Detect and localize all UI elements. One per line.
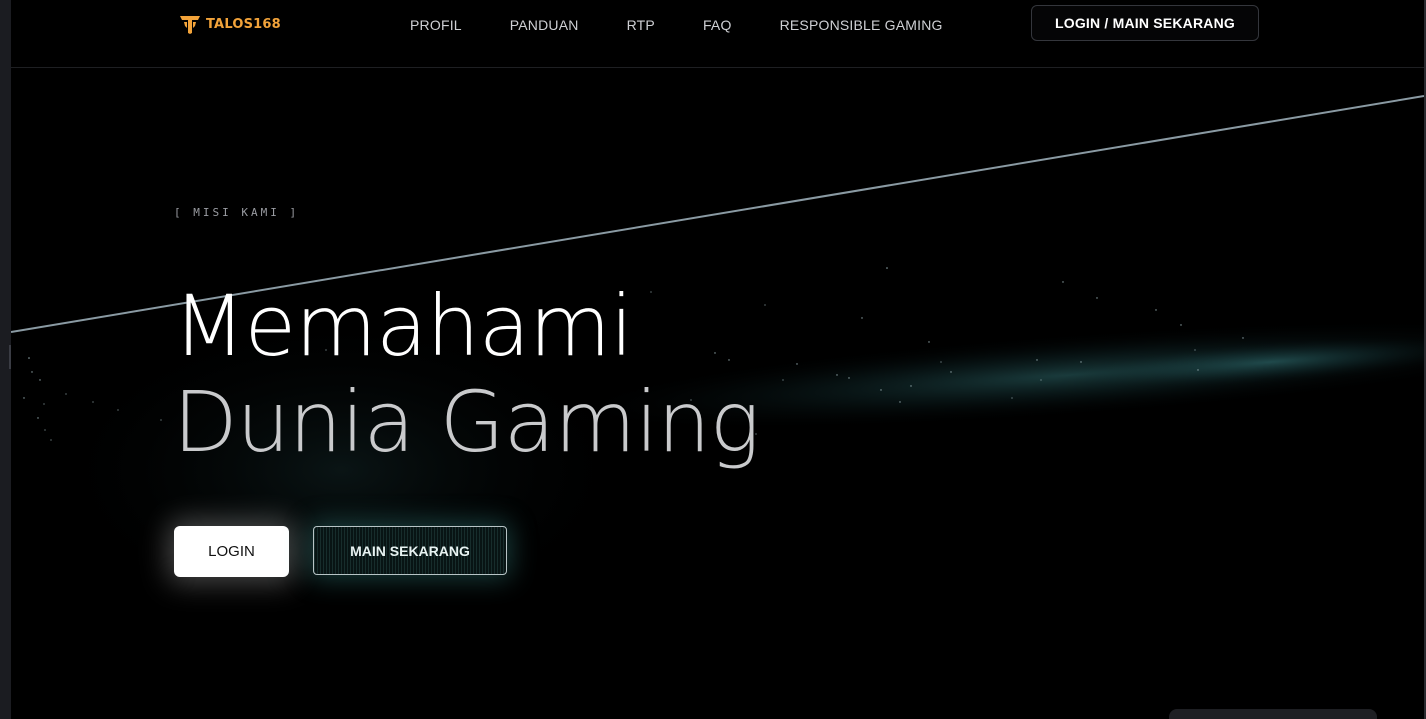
nav-link-rtp[interactable]: RTP: [627, 16, 655, 36]
browser-left-edge: [0, 0, 11, 719]
login-button[interactable]: LOGIN: [174, 526, 289, 577]
hero-title: Memahami Dunia Gaming: [173, 277, 760, 471]
talos-logo-icon: [180, 16, 200, 34]
section-label: [ MISI KAMI ]: [174, 206, 300, 219]
nav-link-panduan[interactable]: PANDUAN: [510, 16, 579, 36]
play-now-button[interactable]: MAIN SEKARANG: [313, 526, 507, 575]
hero-title-line2: Dunia Gaming: [173, 373, 760, 471]
floating-card[interactable]: [1169, 709, 1377, 719]
nav-link-responsible-gaming[interactable]: RESPONSIBLE GAMING: [780, 16, 943, 36]
brand-name: TALOS168: [206, 16, 281, 32]
nav-link-faq[interactable]: FAQ: [703, 16, 732, 36]
hero-title-line1: Memahami: [173, 277, 633, 375]
top-navbar: TALOS168 PROFIL PANDUAN RTP FAQ RESPONSI…: [11, 0, 1424, 68]
login-play-button[interactable]: LOGIN / MAIN SEKARANG: [1031, 5, 1259, 41]
page: TALOS168 PROFIL PANDUAN RTP FAQ RESPONSI…: [11, 0, 1424, 719]
nav-link-profil[interactable]: PROFIL: [410, 16, 462, 36]
main-nav: PROFIL PANDUAN RTP FAQ RESPONSIBLE GAMIN…: [410, 16, 991, 36]
brand-logo[interactable]: TALOS168: [179, 12, 281, 36]
